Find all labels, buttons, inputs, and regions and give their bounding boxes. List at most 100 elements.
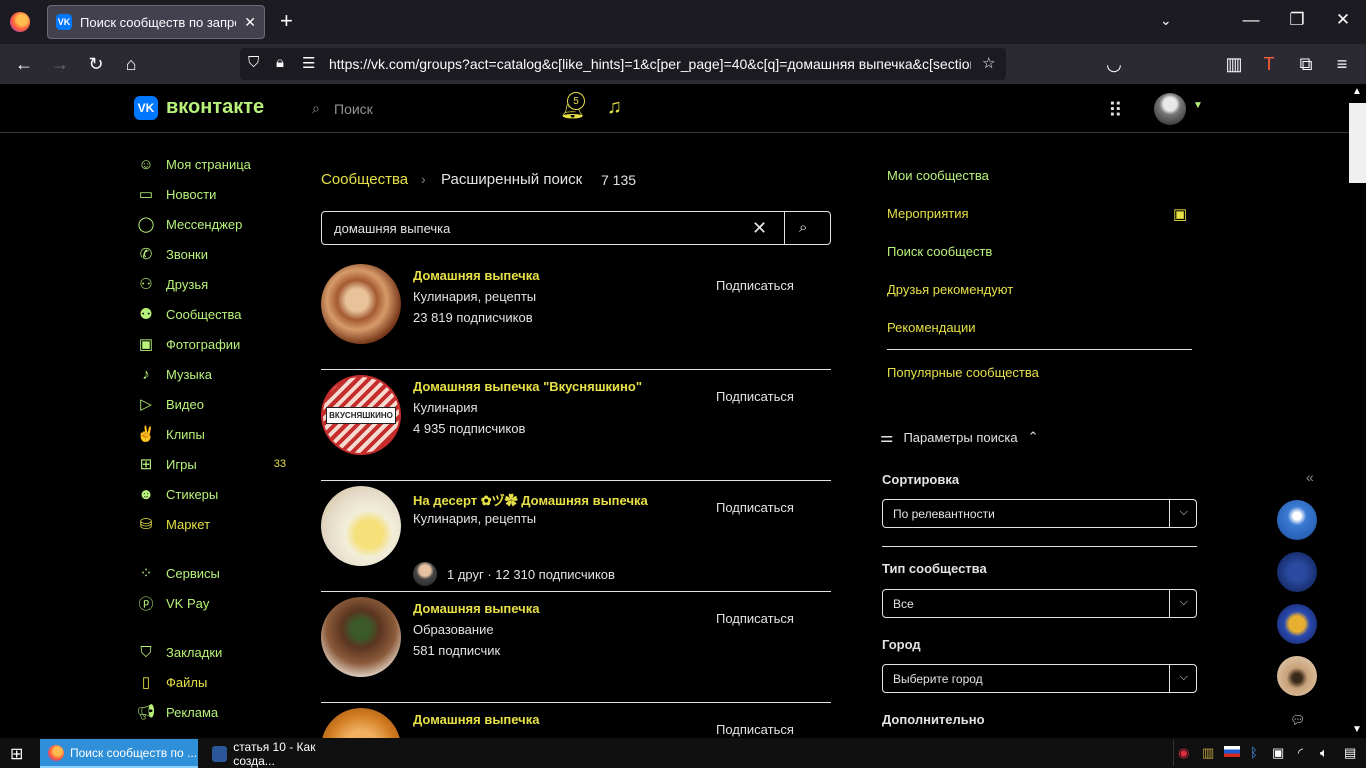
forward-icon[interactable]: →	[48, 53, 72, 75]
clear-icon[interactable]: ✕	[752, 218, 767, 239]
community-name[interactable]: На десерт ✿ヅ✿ Домашняя выпечка	[413, 490, 648, 509]
menu-item-vkpay[interactable]: ⓟ VK Pay	[136, 591, 286, 615]
scroll-up-icon[interactable]: ▲	[1352, 86, 1362, 97]
nav-search-communities[interactable]: Поиск сообществ	[887, 244, 992, 259]
new-tab-icon[interactable]: +	[280, 10, 293, 32]
friend-avatar[interactable]	[413, 562, 437, 586]
community-name[interactable]: Домашняя выпечка	[413, 712, 539, 727]
subscribe-button[interactable]: Подписаться	[716, 500, 794, 515]
menu-item-messenger[interactable]: ◯ Мессенджер	[136, 212, 286, 236]
community-avatar[interactable]	[321, 708, 401, 738]
extension-t-icon[interactable]: T	[1257, 53, 1281, 75]
menu-item-files[interactable]: ▯ Файлы	[136, 670, 286, 694]
list-item[interactable]: ВКУСНЯШКИНО Домашняя выпечка "Вкусняшкин…	[321, 370, 831, 481]
list-item[interactable]: Домашняя выпечка Образование 581 подписч…	[321, 592, 831, 703]
scroll-down-icon[interactable]: ▼	[1352, 724, 1362, 735]
chat-bubble-icon[interactable]: 💬︎	[1290, 713, 1305, 727]
menu-icon[interactable]: ≡	[1330, 53, 1354, 75]
bookmark-star-icon[interactable]: ☆	[982, 54, 995, 72]
subscribe-button[interactable]: Подписаться	[716, 278, 794, 293]
lock-icon[interactable]: 🔒︎	[276, 54, 284, 71]
nav-events[interactable]: Мероприятия	[887, 206, 969, 221]
subscribe-button[interactable]: Подписаться	[716, 389, 794, 404]
chevron-down-icon[interactable]: ⌄	[1160, 12, 1172, 29]
volume-icon[interactable]: 🔈︎	[1320, 745, 1328, 761]
community-avatar[interactable]: ВКУСНЯШКИНО	[321, 375, 401, 455]
community-name[interactable]: Домашняя выпечка	[413, 601, 539, 616]
collapse-icon[interactable]: «	[1306, 469, 1314, 485]
search-value[interactable]: домашняя выпечка	[334, 221, 450, 236]
menu-item-bookmarks[interactable]: ⛉ Закладки	[136, 640, 286, 664]
menu-item-news[interactable]: ▭ Новости	[136, 182, 286, 206]
community-avatar[interactable]	[321, 486, 401, 566]
menu-item-calls[interactable]: ✆ Звонки	[136, 242, 286, 266]
tray-notify-icon[interactable]: ▣	[1272, 745, 1284, 761]
nav-my-communities[interactable]: Мои сообщества	[887, 168, 989, 183]
restore-icon[interactable]: ❐	[1282, 10, 1312, 30]
brand-name[interactable]: вконтакте	[166, 96, 264, 119]
menu-item-ads[interactable]: 📢︎ Реклама	[136, 700, 286, 724]
permissions-icon[interactable]: ☰	[302, 54, 315, 72]
chat-avatar[interactable]	[1277, 552, 1317, 592]
windows-start-icon[interactable]: ⊞	[10, 744, 23, 764]
list-item[interactable]: Домашняя выпечка Подписаться	[321, 703, 831, 738]
city-select[interactable]: Выберите город ⌵	[882, 664, 1197, 693]
menu-item-photos[interactable]: ▣ Фотографии	[136, 332, 286, 356]
taskbar-item-word[interactable]: статья 10 - Как созда...	[204, 739, 354, 768]
language-flag-icon[interactable]	[1224, 745, 1240, 760]
menu-item-stickers[interactable]: ☻ Стикеры	[136, 482, 286, 506]
bluetooth-icon[interactable]: ᛒ	[1250, 745, 1258, 760]
notifications-icon[interactable]: ▤	[1344, 745, 1356, 761]
browser-tab[interactable]: VK Поиск сообществ по запросу ✕	[47, 5, 265, 39]
chat-avatar[interactable]	[1277, 656, 1317, 696]
back-icon[interactable]: ←	[12, 53, 36, 75]
tray-app-icon[interactable]: ▥	[1202, 745, 1214, 761]
chevron-down-icon[interactable]: ▼	[1193, 100, 1203, 111]
home-icon[interactable]: ⌂	[119, 53, 143, 75]
calendar-icon[interactable]: ▣	[1173, 205, 1187, 223]
list-item[interactable]: Домашняя выпечка Кулинария, рецепты 23 8…	[321, 259, 831, 370]
close-tab-icon[interactable]: ✕	[244, 14, 256, 31]
nav-popular-communities[interactable]: Популярные сообщества	[887, 365, 1039, 380]
reload-icon[interactable]: ↻	[84, 53, 108, 75]
reader-view-icon[interactable]: ▥	[1222, 53, 1246, 75]
menu-item-services[interactable]: ⁘ Сервисы	[136, 561, 286, 585]
vk-logo-icon[interactable]: VK	[134, 96, 158, 120]
sort-select[interactable]: По релевантности ⌵	[882, 499, 1197, 528]
apps-grid-icon[interactable]: ⠿	[1108, 98, 1123, 123]
chat-avatar[interactable]	[1277, 500, 1317, 540]
pocket-icon[interactable]: ◡	[1102, 53, 1126, 75]
shield-icon[interactable]: ⛉	[248, 54, 259, 71]
opera-icon[interactable]: ◉	[1178, 745, 1189, 761]
list-item[interactable]: На десерт ✿ヅ✿ Домашняя выпечка Кулинария…	[321, 481, 831, 592]
menu-item-video[interactable]: ▷ Видео	[136, 392, 286, 416]
subscribe-button[interactable]: Подписаться	[716, 722, 794, 737]
header-search-input[interactable]: Поиск	[334, 101, 373, 117]
menu-item-music[interactable]: ♪ Музыка	[136, 362, 286, 386]
extensions-icon[interactable]: ⧉	[1294, 53, 1318, 75]
close-window-icon[interactable]: ✕	[1328, 10, 1358, 30]
nav-recommendations[interactable]: Рекомендации	[887, 320, 976, 335]
url-bar[interactable]: ⛉ 🔒︎ ☰ https://vk.com/groups?act=catalog…	[240, 48, 1006, 80]
menu-item-communities[interactable]: ⚉ Сообщества	[136, 302, 286, 326]
minimize-icon[interactable]: —	[1236, 10, 1266, 30]
menu-item-clips[interactable]: ✌ Клипы	[136, 422, 286, 446]
menu-item-games[interactable]: ⊞ Игры 33	[136, 452, 286, 476]
breadcrumb-communities[interactable]: Сообщества	[321, 171, 408, 188]
menu-item-friends[interactable]: ⚇ Друзья	[136, 272, 286, 296]
community-name[interactable]: Домашняя выпечка	[413, 268, 539, 283]
search-icon[interactable]: ⌕	[799, 219, 807, 236]
community-avatar[interactable]	[321, 264, 401, 344]
community-name[interactable]: Домашняя выпечка "Вкусняшкино"	[413, 379, 642, 394]
scrollbar-thumb[interactable]	[1349, 103, 1366, 183]
chat-avatar[interactable]	[1277, 604, 1317, 644]
nav-friends-recommend[interactable]: Друзья рекомендуют	[887, 282, 1013, 297]
menu-item-my-page[interactable]: ☺ Моя страница	[136, 152, 286, 176]
avatar[interactable]	[1154, 93, 1186, 125]
search-params-toggle[interactable]: ⚌ Параметры поиска ⌃	[880, 428, 1039, 446]
menu-item-market[interactable]: ⛁ Маркет	[136, 512, 286, 536]
community-avatar[interactable]	[321, 597, 401, 677]
url-text[interactable]: https://vk.com/groups?act=catalog&c[like…	[329, 56, 971, 72]
type-select[interactable]: Все ⌵	[882, 589, 1197, 618]
taskbar-item-firefox[interactable]: Поиск сообществ по ...	[40, 739, 198, 768]
